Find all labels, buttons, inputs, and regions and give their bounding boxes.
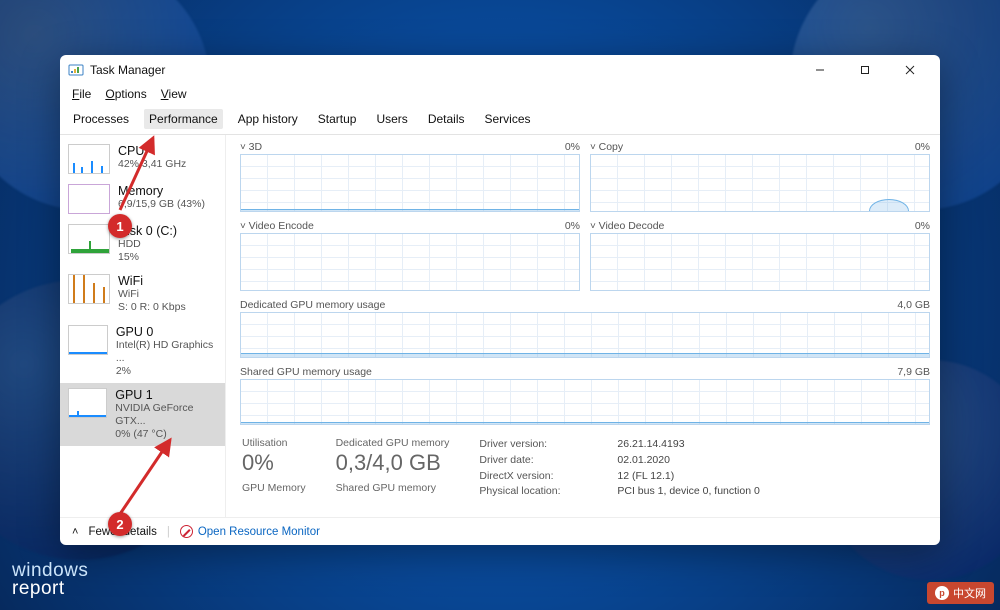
wifi-thumb: [68, 274, 110, 304]
graph-copy[interactable]: [590, 154, 930, 212]
window-title: Task Manager: [90, 63, 165, 77]
sidebar-item-memory[interactable]: Memory6,9/15,9 GB (43%): [60, 179, 225, 219]
tab-app-history[interactable]: App history: [233, 109, 303, 129]
graph-venc-value: 0%: [565, 220, 580, 232]
callout-1: 1: [108, 214, 132, 238]
maximize-button[interactable]: [842, 55, 887, 85]
graph-venc-label[interactable]: Video Encode: [240, 220, 314, 232]
menubar: File Options View: [60, 85, 940, 105]
sidebar-item-disk[interactable]: Disk 0 (C:)HDD 15%: [60, 219, 225, 269]
minimize-button[interactable]: [797, 55, 842, 85]
menu-view[interactable]: View: [161, 87, 187, 101]
task-manager-window: Task Manager File Options View Processes…: [60, 55, 940, 545]
titlebar[interactable]: Task Manager: [60, 55, 940, 85]
graph-3d-value: 0%: [565, 141, 580, 153]
tab-users[interactable]: Users: [371, 109, 412, 129]
graph-dedmem-label: Dedicated GPU memory usage: [240, 299, 385, 311]
sidebar-item-cpu[interactable]: CPU42% 3,41 GHz: [60, 139, 225, 179]
resource-monitor-icon: [180, 525, 193, 538]
tab-processes[interactable]: Processes: [68, 109, 134, 129]
gpu1-sub: NVIDIA GeForce GTX... 0% (47 °C): [115, 402, 219, 441]
disk-thumb: [68, 224, 110, 254]
footer: ˄ Fewer details | Open Resource Monitor: [60, 517, 940, 545]
gpu-detail-panel: 3D 0% Copy 0% Video Encode 0% Video Decode 0…: [226, 135, 940, 517]
graph-copy-value: 0%: [915, 141, 930, 153]
performance-sidebar: CPU42% 3,41 GHz Memory6,9/15,9 GB (43%) …: [60, 135, 226, 517]
graph-dedicated-memory[interactable]: [240, 312, 930, 358]
wifi-name: WiFi: [118, 274, 186, 288]
callout-2: 2: [108, 512, 132, 536]
graph-shmem-max: 7,9 GB: [897, 366, 930, 378]
graph-vdec-label[interactable]: Video Decode: [590, 220, 664, 232]
memory-thumb: [68, 184, 110, 214]
watermark-brand: windowsreport: [12, 562, 88, 598]
cpu-name: CPU: [118, 144, 186, 158]
tab-startup[interactable]: Startup: [313, 109, 362, 129]
gpu1-name: GPU 1: [115, 388, 219, 402]
close-button[interactable]: [887, 55, 932, 85]
graph-shmem-label: Shared GPU memory usage: [240, 366, 372, 378]
graph-video-decode[interactable]: [590, 233, 930, 291]
stat-dedicated-memory: Dedicated GPU memory 0,3/4,0 GB Shared G…: [336, 437, 450, 500]
gpu0-name: GPU 0: [116, 325, 219, 339]
menu-options[interactable]: Options: [105, 87, 146, 101]
wifi-sub: WiFi S: 0 R: 0 Kbps: [118, 288, 186, 314]
tab-bar: Processes Performance App history Startu…: [60, 105, 940, 135]
sidebar-item-gpu1[interactable]: GPU 1NVIDIA GeForce GTX... 0% (47 °C): [60, 383, 225, 446]
tab-performance[interactable]: Performance: [144, 109, 223, 129]
driver-info: Driver version:26.21.14.4193 Driver date…: [479, 437, 759, 500]
tab-details[interactable]: Details: [423, 109, 470, 129]
sidebar-item-wifi[interactable]: WiFiWiFi S: 0 R: 0 Kbps: [60, 269, 225, 319]
graph-3d[interactable]: [240, 154, 580, 212]
open-resource-monitor-link[interactable]: Open Resource Monitor: [180, 525, 320, 538]
graph-vdec-value: 0%: [915, 220, 930, 232]
cpu-sub: 42% 3,41 GHz: [118, 158, 186, 171]
tab-services[interactable]: Services: [480, 109, 536, 129]
watermark-badge: p 中文网: [927, 582, 994, 604]
memory-name: Memory: [118, 184, 205, 198]
disk-sub: HDD 15%: [118, 238, 177, 264]
gpu0-thumb: [68, 325, 108, 355]
memory-sub: 6,9/15,9 GB (43%): [118, 198, 205, 211]
graph-3d-label[interactable]: 3D: [240, 141, 262, 153]
sidebar-item-gpu0[interactable]: GPU 0Intel(R) HD Graphics ... 2%: [60, 320, 225, 383]
graph-copy-label[interactable]: Copy: [590, 141, 623, 153]
graph-video-encode[interactable]: [240, 233, 580, 291]
gpu0-sub: Intel(R) HD Graphics ... 2%: [116, 339, 219, 378]
menu-file[interactable]: File: [72, 87, 91, 101]
graph-shared-memory[interactable]: [240, 379, 930, 425]
cpu-thumb: [68, 144, 110, 174]
chevron-up-icon: ˄: [72, 526, 78, 538]
php-icon: p: [935, 586, 949, 600]
app-icon: [68, 62, 84, 78]
stat-utilisation: Utilisation 0% GPU Memory: [242, 437, 306, 500]
gpu1-thumb: [68, 388, 107, 418]
graph-dedmem-max: 4,0 GB: [897, 299, 930, 311]
